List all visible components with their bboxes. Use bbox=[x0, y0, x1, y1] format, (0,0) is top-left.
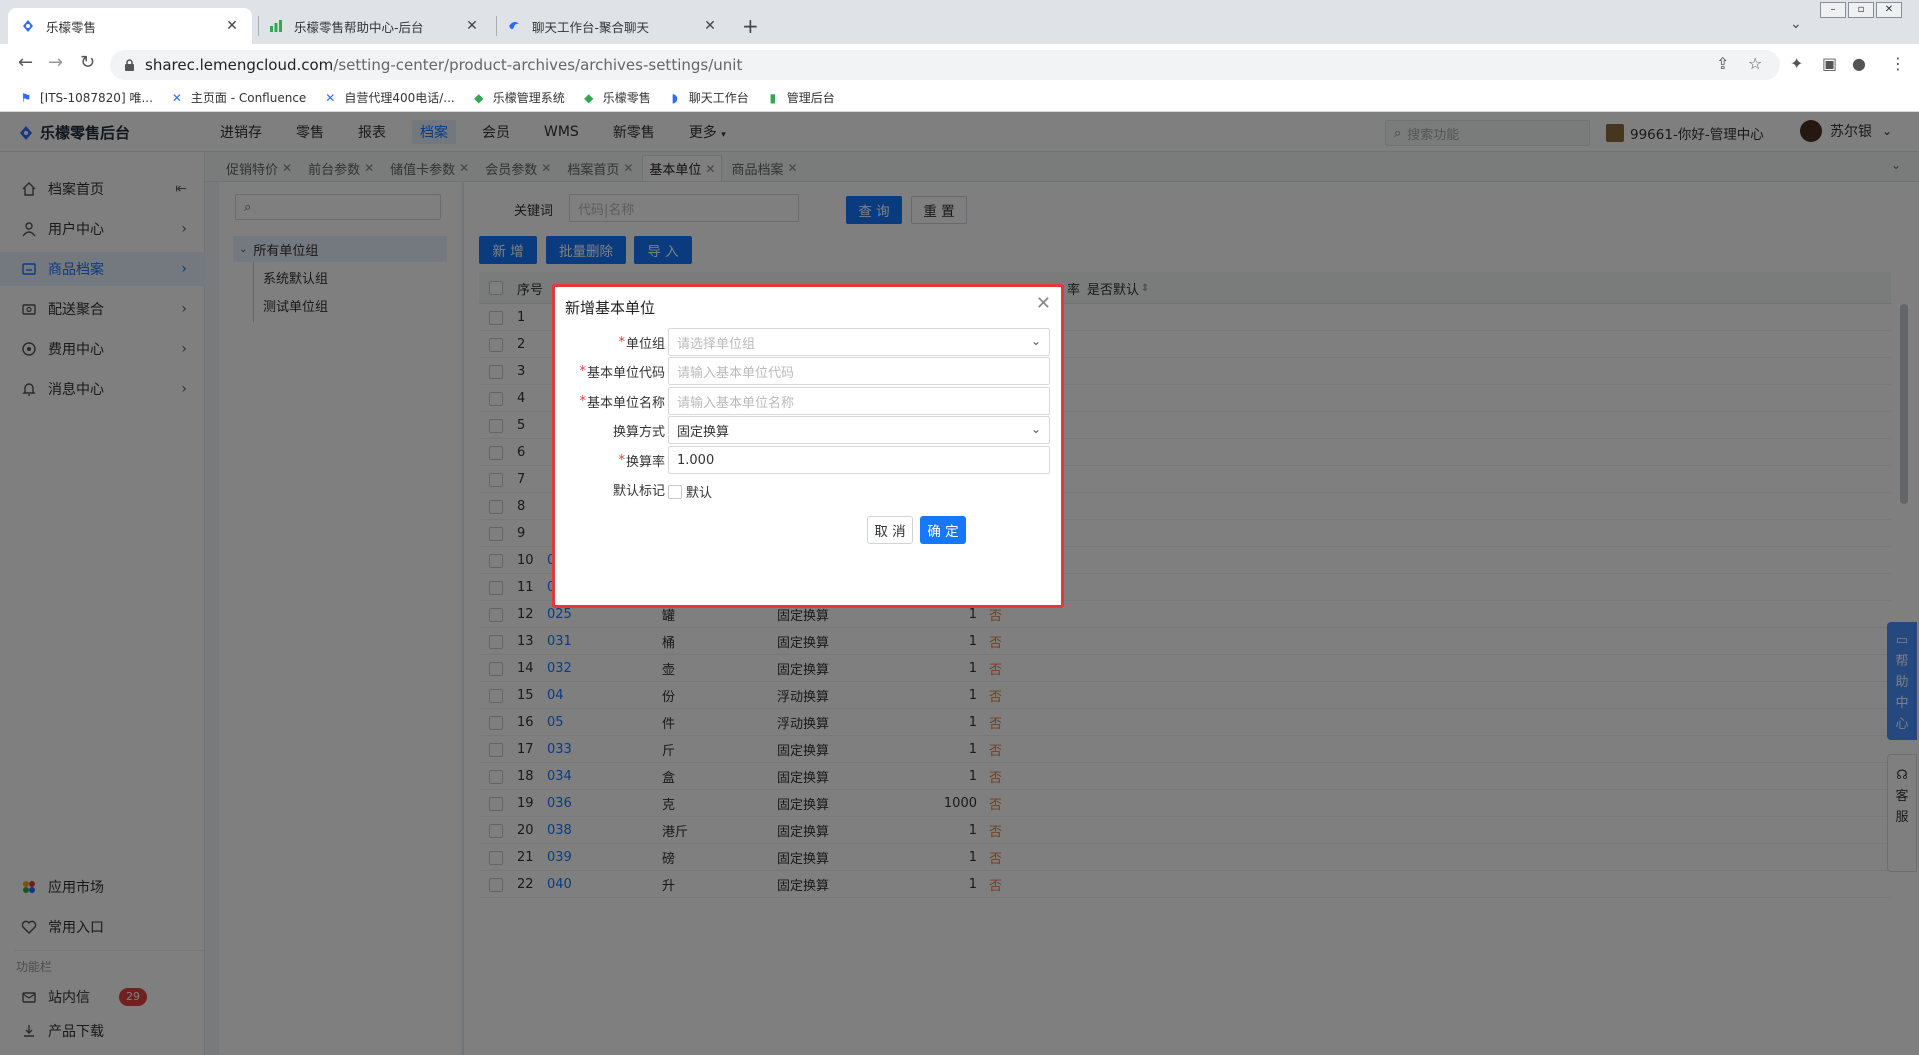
input-value: 1.000 bbox=[677, 452, 715, 468]
required-mark: * bbox=[579, 393, 586, 409]
extensions-icon[interactable]: ✦ bbox=[1790, 54, 1803, 73]
chart-icon: ▮ bbox=[769, 90, 777, 105]
confluence-icon: ✕ bbox=[171, 90, 182, 105]
field-label: 默认标记 bbox=[613, 475, 665, 503]
conversion-rate-input[interactable]: 1.000 bbox=[668, 446, 1050, 474]
close-icon[interactable]: ✕ bbox=[1036, 293, 1051, 314]
input-placeholder: 请输入基本单位名称 bbox=[677, 395, 795, 411]
address-bar[interactable]: sharec.lemengcloud.com/setting-center/pr… bbox=[110, 50, 1780, 80]
field-label-text: 换算方式 bbox=[612, 424, 665, 440]
browser-tab-title: 聊天工作台-聚合聊天 bbox=[532, 19, 650, 35]
required-mark: * bbox=[618, 452, 625, 468]
chevron-down-icon: ⌄ bbox=[1030, 422, 1041, 436]
form-row-unit-group: * 单位组 请选择单位组 ⌄ bbox=[555, 328, 1061, 356]
bookmark-label: 聊天工作台 bbox=[688, 91, 749, 105]
star-icon[interactable]: ☆ bbox=[1748, 54, 1762, 73]
window-controls: – ▫ ✕ bbox=[1818, 2, 1902, 18]
browser-tab-title: 乐檬零售 bbox=[46, 19, 97, 35]
lemon-icon: ◆ bbox=[584, 90, 594, 105]
browser-tab-title: 乐檬零售帮助中心-后台 bbox=[294, 19, 424, 35]
conversion-mode-select[interactable]: 固定换算 ⌄ bbox=[668, 416, 1050, 444]
field-label-text: 默认标记 bbox=[612, 483, 665, 499]
dialog-title: 新增基本单位 bbox=[565, 299, 656, 317]
chevron-down-icon: ⌄ bbox=[1030, 334, 1041, 348]
close-tab-icon[interactable]: ✕ bbox=[224, 18, 240, 34]
menu-icon[interactable]: ⋮ bbox=[1890, 54, 1906, 73]
minimize-icon[interactable]: – bbox=[1820, 2, 1846, 18]
bookmark-item[interactable]: ▮ 管理后台 bbox=[765, 89, 835, 106]
checkbox-label: 默认 bbox=[686, 486, 713, 501]
checkbox-box[interactable] bbox=[668, 484, 682, 499]
browser-tab-2[interactable]: 乐檬零售帮助中心-后台 ✕ bbox=[256, 8, 492, 44]
browser-toolbar: ← → ↻ sharec.lemengcloud.com/setting-cen… bbox=[0, 44, 1919, 84]
browser-tab-1[interactable]: 乐檬零售 ✕ bbox=[8, 8, 252, 44]
bookmark-label: 自营代理400电话/... bbox=[344, 91, 455, 105]
url-host: sharec.lemengcloud.com bbox=[145, 56, 334, 74]
required-mark: * bbox=[579, 363, 586, 379]
bookmark-label: [ITS-1087820] 唯... bbox=[40, 91, 153, 105]
cancel-button[interactable]: 取 消 bbox=[867, 516, 913, 544]
bookmark-label: 管理后台 bbox=[786, 91, 835, 105]
tab-search-chevron-icon[interactable]: ⌄ bbox=[1790, 16, 1802, 32]
field-label: * 基本单位名称 bbox=[579, 387, 665, 415]
browser-tabstrip: 乐檬零售 ✕ 乐檬零售帮助中心-后台 ✕ 聊天工作台-聚合聊天 ✕ + ⌄ – … bbox=[0, 0, 1919, 44]
bookmark-label: 乐檬零售 bbox=[602, 91, 651, 105]
bookmark-item[interactable]: ◆ 乐檬零售 bbox=[581, 89, 651, 106]
forward-icon[interactable]: → bbox=[48, 52, 63, 73]
reload-icon[interactable]: ↻ bbox=[80, 52, 95, 73]
form-row-conversion-rate: * 换算率 1.000 bbox=[555, 446, 1061, 474]
field-label-text: 基本单位代码 bbox=[586, 365, 665, 381]
field-label-text: 基本单位名称 bbox=[586, 395, 665, 411]
bookmarks-bar: ⚑ [ITS-1087820] 唯... ✕ 主页面 - Confluence ✕ 自… bbox=[0, 84, 1919, 112]
input-placeholder: 请输入基本单位代码 bbox=[677, 365, 795, 381]
field-label-text: 换算率 bbox=[625, 454, 665, 470]
unit-group-select[interactable]: 请选择单位组 ⌄ bbox=[668, 328, 1050, 356]
field-label: 换算方式 bbox=[613, 416, 665, 444]
confluence-icon: ✕ bbox=[325, 90, 336, 105]
close-tab-icon[interactable]: ✕ bbox=[464, 18, 480, 34]
unit-code-input[interactable]: 请输入基本单位代码 bbox=[668, 357, 1050, 385]
select-placeholder: 请选择单位组 bbox=[677, 336, 756, 352]
close-tab-icon[interactable]: ✕ bbox=[702, 18, 718, 34]
add-unit-dialog: 新增基本单位 ✕ * 单位组 请选择单位组 ⌄ * 基本单位代码 请输入基本单位代码 … bbox=[552, 284, 1064, 608]
bookmark-item[interactable]: ⚑ [ITS-1087820] 唯... bbox=[18, 89, 153, 106]
sidepanel-icon[interactable]: ▣ bbox=[1822, 54, 1837, 73]
select-value: 固定换算 bbox=[677, 424, 730, 440]
bookmark-item[interactable]: ✕ 主页面 - Confluence bbox=[169, 89, 306, 106]
close-window-icon[interactable]: ✕ bbox=[1876, 2, 1902, 18]
form-row-unit-name: * 基本单位名称 请输入基本单位名称 bbox=[555, 387, 1061, 415]
bookmark-item[interactable]: ◗ 聊天工作台 bbox=[667, 89, 749, 106]
field-label: * 换算率 bbox=[618, 446, 665, 474]
form-row-default-flag: 默认标记 默认 bbox=[555, 475, 1061, 503]
field-label-text: 单位组 bbox=[625, 336, 665, 352]
form-row-unit-code: * 基本单位代码 请输入基本单位代码 bbox=[555, 357, 1061, 385]
bookmark-label: 主页面 - Confluence bbox=[190, 91, 307, 105]
maximize-icon[interactable]: ▫ bbox=[1848, 2, 1874, 18]
share-icon[interactable]: ⇪ bbox=[1716, 54, 1729, 73]
lemeng-favicon-icon bbox=[20, 18, 36, 34]
confirm-button[interactable]: 确 定 bbox=[920, 516, 966, 544]
lemon-icon: ◆ bbox=[474, 90, 484, 105]
bookmark-item[interactable]: ◆ 乐檬管理系统 bbox=[471, 89, 565, 106]
unit-name-input[interactable]: 请输入基本单位名称 bbox=[668, 387, 1050, 415]
chat-favicon-icon bbox=[506, 18, 522, 34]
required-mark: * bbox=[618, 334, 625, 350]
profile-icon[interactable]: ● bbox=[1852, 54, 1866, 73]
chat-icon: ◗ bbox=[671, 90, 678, 105]
bookmark-item[interactable]: ✕ 自营代理400电话/... bbox=[322, 89, 454, 106]
bookmark-label: 乐檬管理系统 bbox=[492, 91, 565, 105]
field-label: * 单位组 bbox=[618, 328, 665, 356]
new-tab-icon[interactable]: + bbox=[742, 14, 759, 38]
back-icon[interactable]: ← bbox=[18, 52, 33, 73]
form-row-conversion-mode: 换算方式 固定换算 ⌄ bbox=[555, 416, 1061, 444]
lock-icon bbox=[125, 59, 134, 71]
default-checkbox[interactable]: 默认 bbox=[668, 482, 712, 501]
url-path: /setting-center/product-archives/archive… bbox=[333, 56, 743, 74]
browser-tab-3[interactable]: 聊天工作台-聚合聊天 ✕ bbox=[494, 8, 730, 44]
chart-favicon-icon bbox=[268, 18, 284, 34]
field-label: * 基本单位代码 bbox=[579, 357, 665, 385]
jira-icon: ⚑ bbox=[20, 90, 32, 105]
